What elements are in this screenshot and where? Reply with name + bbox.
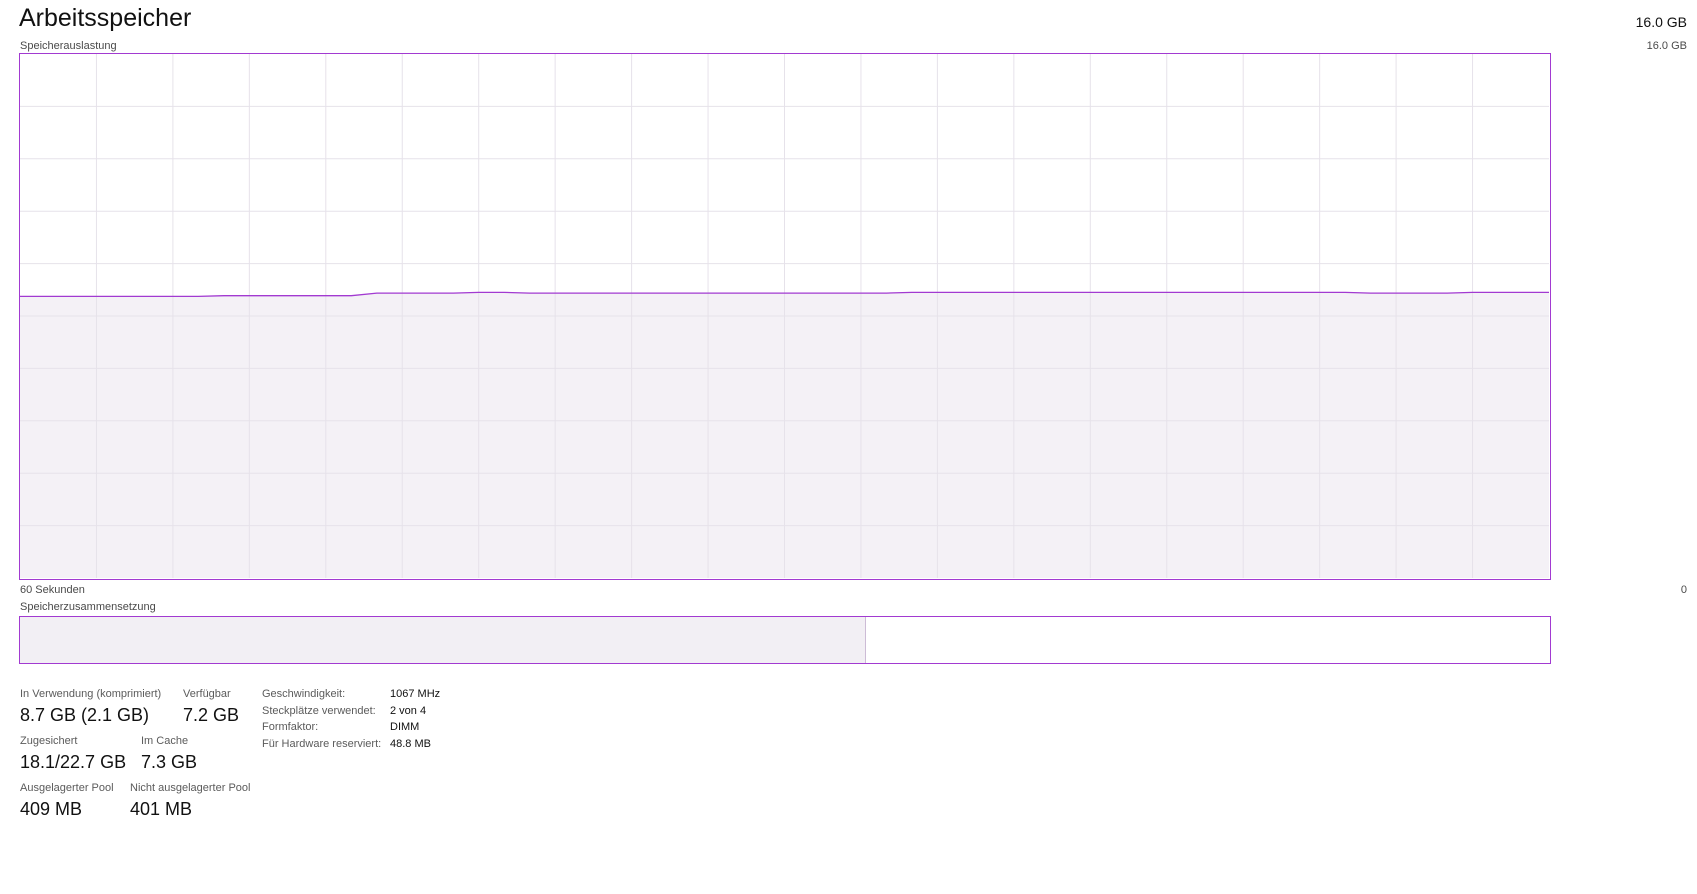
spec-value-slots: 2 von 4 [390, 705, 427, 717]
stat-label-nonpaged-pool: Nicht ausgelagerter Pool [130, 782, 251, 794]
spec-value-hardware-reserved: 48.8 MB [390, 738, 431, 750]
memory-composition-bar[interactable] [19, 616, 1551, 664]
stat-value-cached: 7.3 GB [141, 752, 198, 772]
stat-value-paged-pool: 409 MB [20, 799, 83, 819]
stat-label-paged-pool: Ausgelagerter Pool [20, 782, 114, 794]
total-memory: 16.0 GB [1635, 14, 1687, 30]
stat-value-committed: 18.1/22.7 GB [20, 752, 127, 772]
stat-label-committed: Zugesichert [20, 735, 78, 747]
composition-segment-modified[interactable] [853, 617, 866, 663]
usage-graph-max-label: 16.0 GB [1646, 40, 1687, 52]
page-title: Arbeitsspeicher [19, 4, 192, 32]
usage-graph-caption: Speicherauslastung [20, 40, 117, 52]
stat-value-in-use: 8.7 GB (2.1 GB) [20, 705, 150, 725]
graph-time-start: 60 Sekunden [20, 584, 85, 596]
stat-value-nonpaged-pool: 401 MB [130, 799, 193, 819]
composition-segment-in-use[interactable] [20, 617, 855, 663]
spec-key-speed: Geschwindigkeit: [262, 688, 346, 700]
stat-value-available: 7.2 GB [183, 705, 240, 725]
spec-key-hardware-reserved: Für Hardware reserviert: [262, 738, 382, 750]
spec-key-form-factor: Formfaktor: [262, 721, 319, 733]
memory-usage-graph[interactable] [19, 53, 1551, 580]
spec-value-form-factor: DIMM [390, 721, 420, 733]
spec-value-speed: 1067 MHz [390, 688, 441, 700]
stat-label-available: Verfügbar [183, 688, 231, 700]
graph-time-end: 0 [1680, 584, 1687, 596]
composition-caption: Speicherzusammensetzung [20, 601, 156, 613]
stat-label-in-use: In Verwendung (komprimiert) [20, 688, 162, 700]
spec-key-slots: Steckplätze verwendet: [262, 705, 376, 717]
stat-label-cached: Im Cache [141, 735, 189, 747]
usage-graph-svg [20, 54, 1549, 578]
